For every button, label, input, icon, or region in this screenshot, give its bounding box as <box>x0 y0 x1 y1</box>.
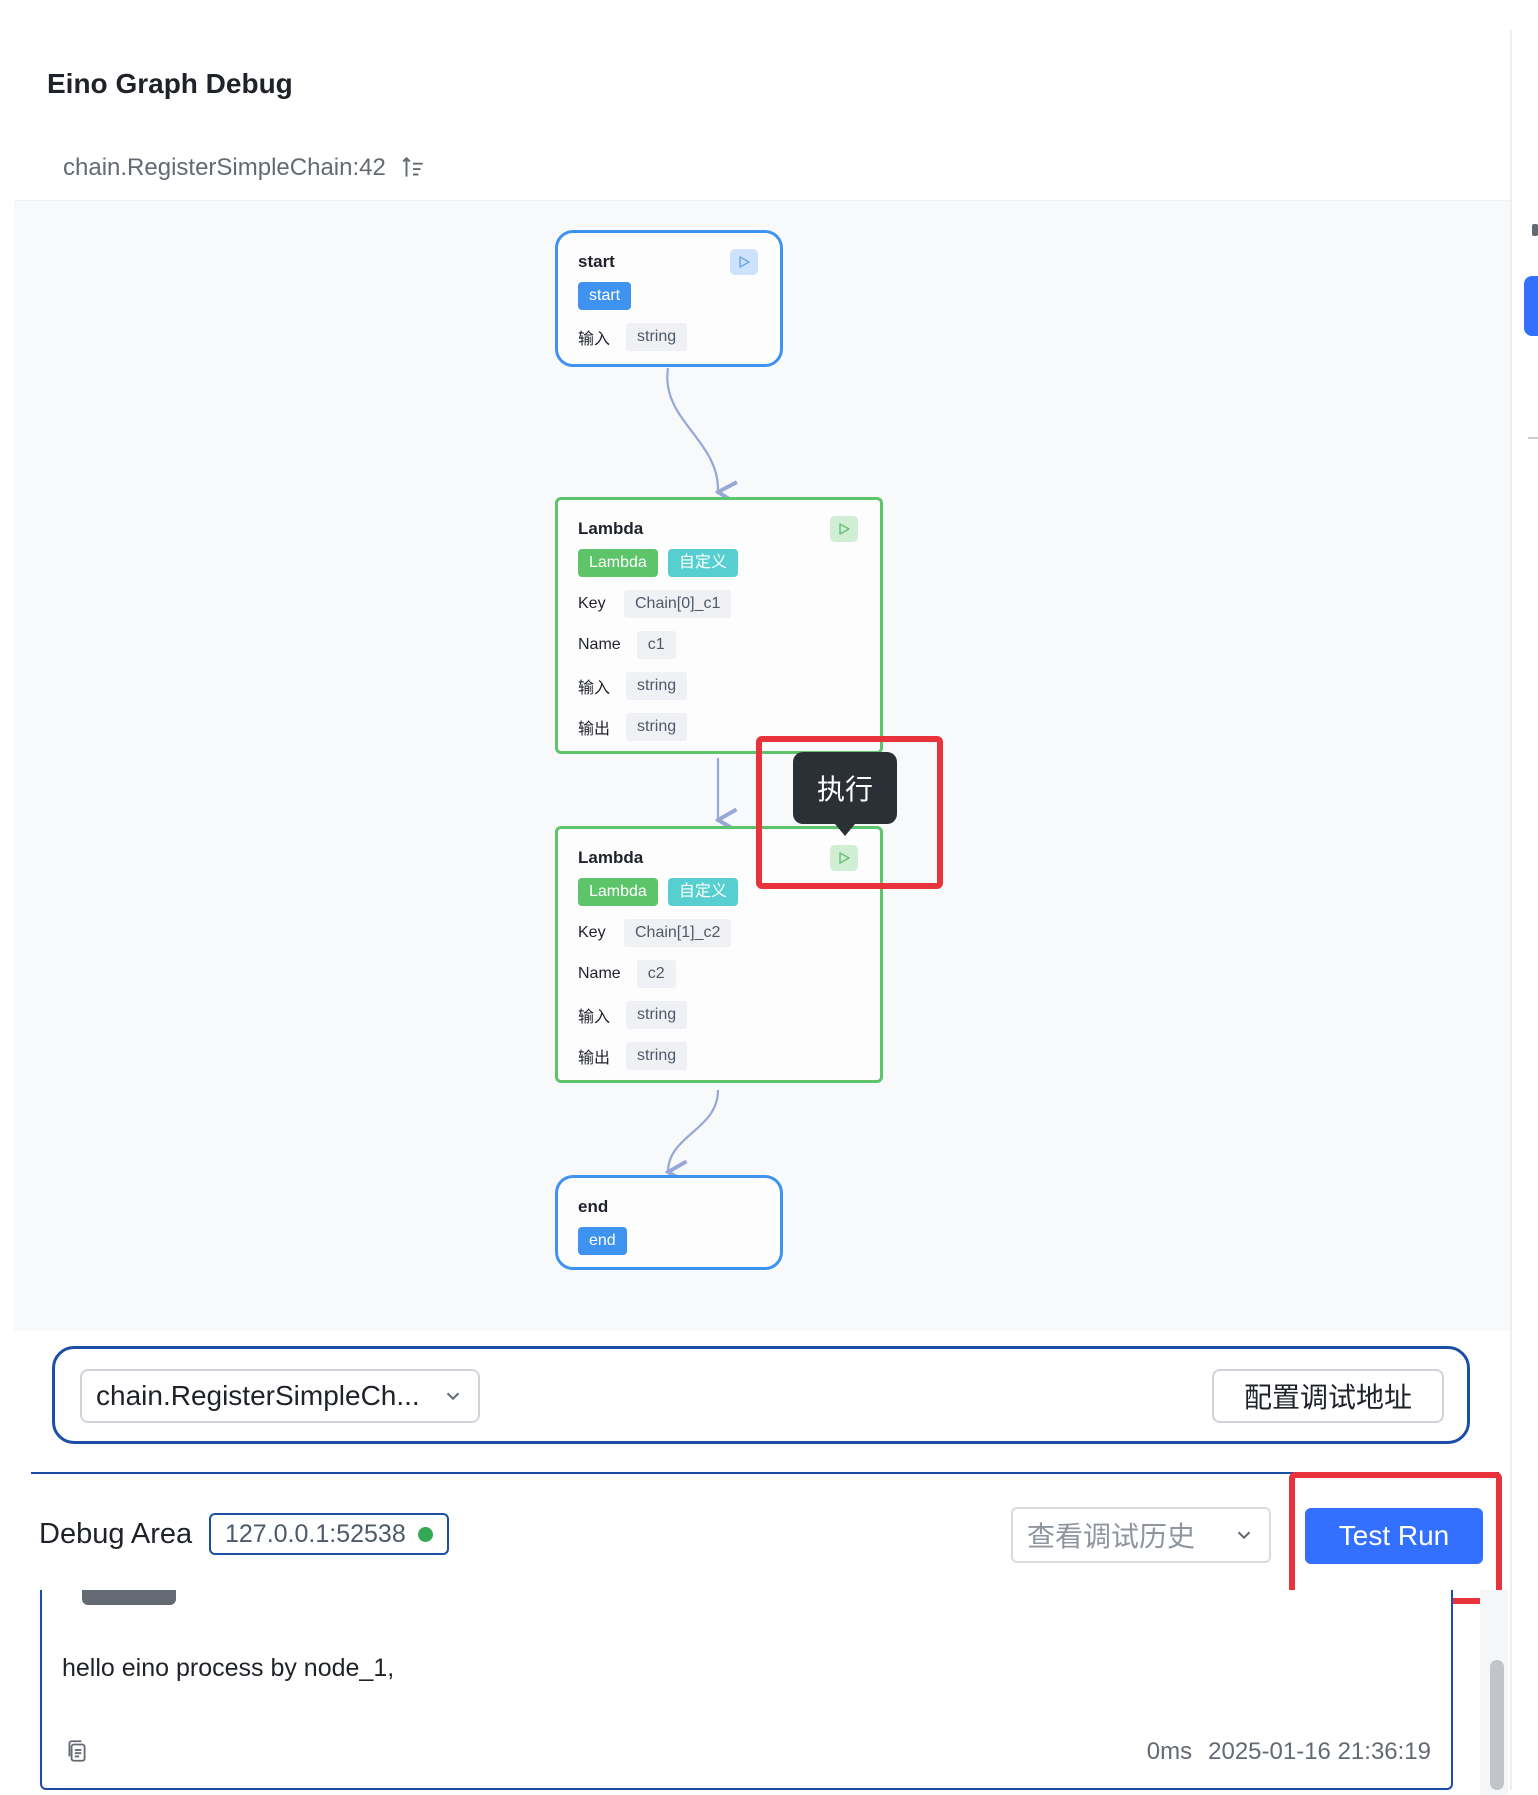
node-title: Lambda <box>578 519 644 538</box>
output-duration: 0ms <box>1146 1738 1193 1765</box>
key-value: Chain[1]_c2 <box>624 919 732 947</box>
run-node-button[interactable] <box>830 516 858 542</box>
node-type-tag: end <box>578 1227 627 1255</box>
output-timestamp: 2025-01-16 21:36:19 <box>1208 1738 1431 1765</box>
input-type: string <box>626 323 688 351</box>
connection-status-dot <box>417 1526 433 1542</box>
copy-icon[interactable] <box>64 1738 90 1764</box>
sort-icon[interactable] <box>400 155 426 181</box>
key-value: Chain[0]_c1 <box>624 590 732 618</box>
breadcrumb: chain.RegisterSimpleChain:42 <box>63 154 426 182</box>
config-debug-address-button[interactable]: 配置调试地址 <box>1212 1369 1444 1423</box>
node-type-tag: start <box>578 282 632 310</box>
page-title: Eino Graph Debug <box>47 68 293 99</box>
key-label: Key <box>578 595 606 612</box>
output-type: string <box>626 1042 688 1070</box>
node-lambda-c1[interactable]: Lambda Lambda 自定义 Key Chain[0]_c1 Name c1 … <box>555 497 883 754</box>
run-node-button[interactable] <box>730 249 758 275</box>
input-type: string <box>626 1001 688 1029</box>
custom-tag: 自定义 <box>667 878 738 906</box>
custom-tag: 自定义 <box>667 549 738 577</box>
rail-divider <box>1528 437 1538 439</box>
chevron-down-icon <box>446 1392 460 1401</box>
input-label: 输入 <box>578 680 611 697</box>
rail-active-tab[interactable] <box>1524 276 1538 336</box>
debug-address-badge: 127.0.0.1:52538 <box>209 1513 449 1555</box>
highlight-box-test-run <box>1289 1472 1502 1604</box>
output-type: string <box>626 713 688 741</box>
node-start[interactable]: start start 输入 string <box>555 230 783 367</box>
output-message: hello eino process by node_1, <box>62 1654 395 1682</box>
debug-output-panel: hello eino process by node_1, 0ms 2025-0… <box>40 1590 1453 1790</box>
input-type: string <box>626 672 688 700</box>
output-label: 输出 <box>578 1050 611 1067</box>
chevron-down-icon <box>1237 1531 1251 1540</box>
section-divider <box>31 1472 1499 1474</box>
name-value: c1 <box>636 631 676 659</box>
breadcrumb-text: chain.RegisterSimpleChain:42 <box>63 154 386 181</box>
output-meta: 0ms 2025-01-16 21:36:19 <box>1147 1738 1431 1766</box>
node-type-tag: Lambda <box>578 878 658 906</box>
play-icon <box>839 523 850 535</box>
debug-area-label: Debug Area <box>39 1518 193 1550</box>
debug-history-placeholder: 查看调试历史 <box>1027 1520 1196 1553</box>
output-label: 输出 <box>578 721 611 738</box>
graph-selector-panel: chain.RegisterSimpleCh... 配置调试地址 <box>52 1346 1470 1444</box>
message-tab <box>82 1590 176 1605</box>
debug-address: 127.0.0.1:52538 <box>225 1519 406 1548</box>
play-icon <box>739 256 750 268</box>
highlight-box-run <box>756 736 943 889</box>
node-title: end <box>578 1197 609 1216</box>
input-label: 输入 <box>578 331 611 348</box>
debug-history-select[interactable]: 查看调试历史 <box>1011 1507 1271 1563</box>
scrollbar-thumb[interactable] <box>1490 1660 1504 1790</box>
rail-indicator <box>1532 224 1538 236</box>
name-value: c2 <box>636 960 676 988</box>
graph-select-value: chain.RegisterSimpleCh... <box>96 1380 420 1411</box>
node-type-tag: Lambda <box>578 549 658 577</box>
node-end[interactable]: end end <box>555 1175 783 1270</box>
name-label: Name <box>578 636 621 653</box>
key-label: Key <box>578 924 606 941</box>
graph-select[interactable]: chain.RegisterSimpleCh... <box>80 1369 480 1423</box>
input-label: 输入 <box>578 1009 611 1026</box>
name-label: Name <box>578 965 621 982</box>
